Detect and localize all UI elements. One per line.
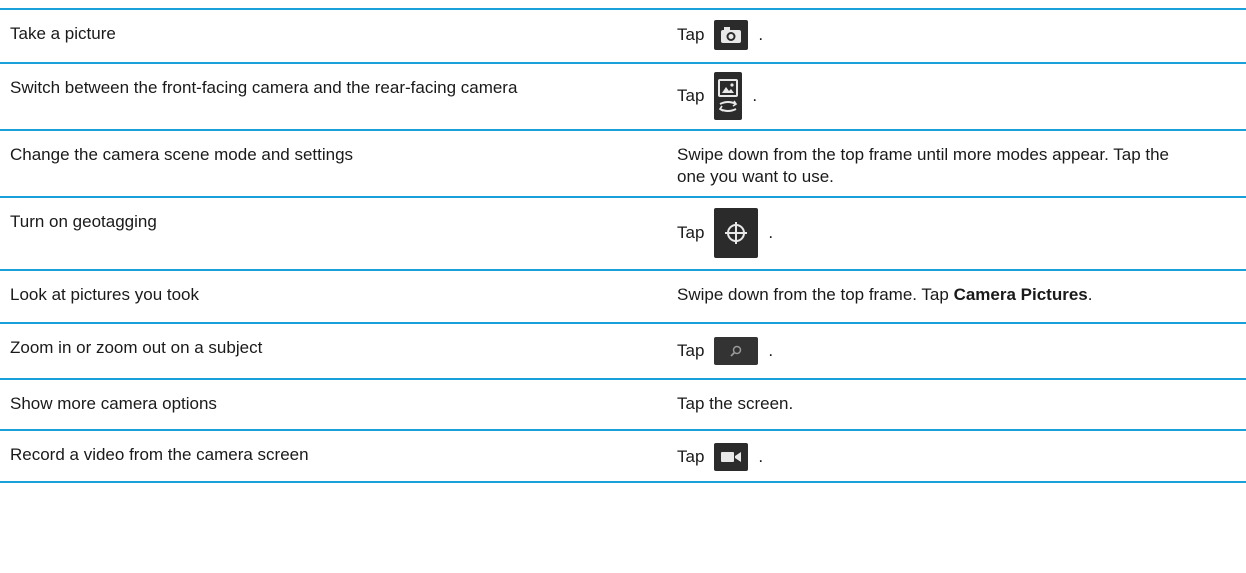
result-more-options: Tap the screen. [677,394,794,413]
result-zoom: Tap . [677,337,1242,365]
result-switch-camera: Tap . [677,72,1242,120]
tap-label: Tap [677,341,705,360]
period: . [768,223,774,242]
table-row-geotagging: Turn on geotagging Tap . [0,196,1246,269]
result-geotagging: Tap . [677,208,1242,258]
task-switch-camera: Switch between the front-facing camera a… [10,78,518,97]
task-more-options: Show more camera options [10,394,217,413]
table-row-more-options: Show more camera options Tap the screen. [0,378,1246,429]
result-take-picture: Tap . [677,20,1242,50]
period: . [1087,285,1093,304]
table-row-switch-camera: Switch between the front-facing camera a… [0,62,1246,129]
camera-icon [714,20,749,50]
table-row-take-picture: Take a picture Tap . [0,8,1246,62]
period: . [758,25,764,44]
period: . [752,86,758,105]
task-zoom: Zoom in or zoom out on a subject [10,338,263,357]
switch-camera-icon [714,72,743,120]
table-row-zoom: Zoom in or zoom out on a subject Tap . [0,322,1246,378]
tap-label: Tap [677,447,705,466]
task-record-video: Record a video from the camera screen [10,445,309,464]
period: . [758,447,764,466]
result-record-video: Tap . [677,443,1242,471]
camera-pictures-label: Camera Pictures [953,285,1088,304]
task-take-picture: Take a picture [10,24,116,43]
video-camera-icon [714,443,749,471]
task-geotagging: Turn on geotagging [10,212,157,231]
camera-tasks-table: Take a picture Tap . Switch between the … [0,8,1246,483]
geotagging-crosshair-icon [714,208,759,258]
tap-label: Tap [677,86,705,105]
task-look-at-pictures: Look at pictures you took [10,285,200,304]
table-row-look-at-pictures: Look at pictures you took Swipe down fro… [0,269,1246,322]
period: . [768,341,774,360]
result-text: Swipe down from the top frame. Tap [677,285,954,304]
zoom-slider-icon [714,337,759,365]
task-scene-mode: Change the camera scene mode and setting… [10,145,354,164]
tap-label: Tap [677,25,705,44]
result-scene-mode: Swipe down from the top frame until more… [677,145,1170,186]
result-look-at-pictures: Swipe down from the top frame. Tap Camer… [677,284,1242,306]
table-row-record-video: Record a video from the camera screen Ta… [0,429,1246,483]
tap-label: Tap [677,223,705,242]
table-row-scene-mode: Change the camera scene mode and setting… [0,129,1246,196]
